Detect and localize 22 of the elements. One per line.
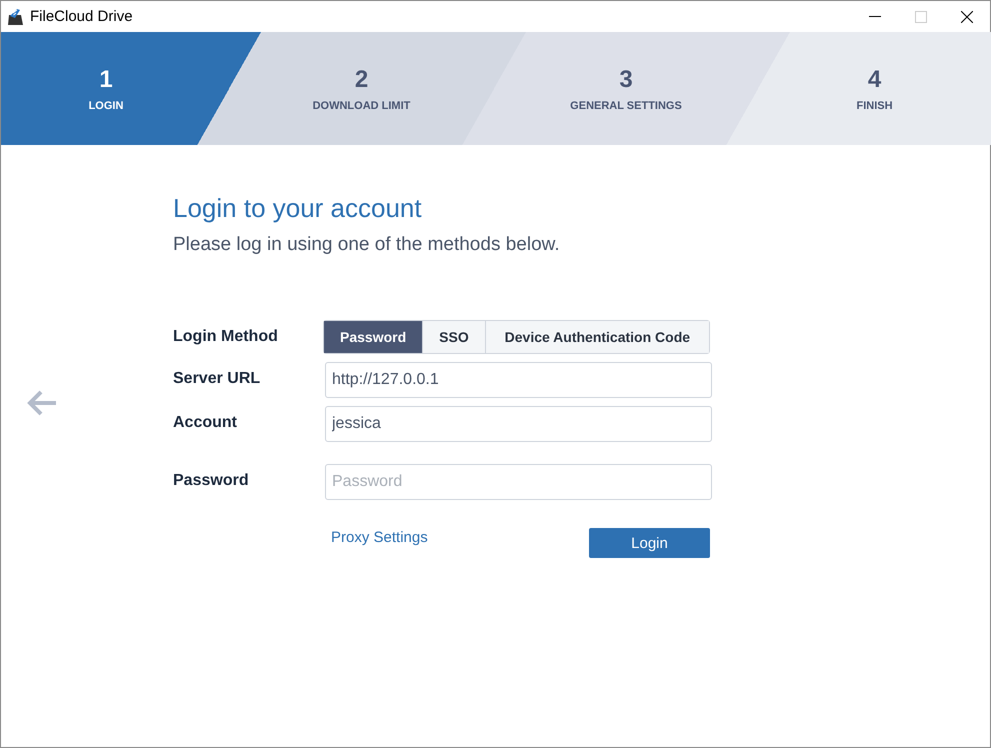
back-arrow-icon[interactable] xyxy=(26,389,58,417)
input-field[interactable]: http://127.0.0.1 xyxy=(325,362,712,398)
field-label: Login Method xyxy=(173,327,279,346)
close-icon xyxy=(961,10,973,22)
proxy-settings-link[interactable]: Proxy Settings xyxy=(331,528,428,546)
field-label: Password xyxy=(173,471,250,490)
minimize-icon xyxy=(869,16,881,17)
page-subheading: Please log in using one of the methods below. xyxy=(173,234,561,256)
login-method-selector[interactable]: Password SSO Device Authentication Code xyxy=(323,320,710,354)
login-button[interactable]: Login xyxy=(589,528,710,558)
login-method-option[interactable]: Password xyxy=(324,321,424,353)
field-label: Account xyxy=(173,413,238,432)
app-logo-icon xyxy=(5,6,25,26)
wizard-step[interactable]: 2 DOWNLOAD LIMIT xyxy=(229,32,494,145)
field-label: Server URL xyxy=(173,369,262,388)
wizard-step[interactable]: 1 LOGIN xyxy=(1,32,229,145)
maximize-icon xyxy=(915,10,927,22)
input-field[interactable]: Password xyxy=(325,464,712,500)
wizard-step[interactable]: 3 GENERAL SETTINGS xyxy=(494,32,758,145)
page-heading: Login to your account xyxy=(173,193,423,224)
wizard-step[interactable]: 4 FINISH xyxy=(758,32,991,145)
window-title: FileCloud Drive xyxy=(30,8,133,25)
